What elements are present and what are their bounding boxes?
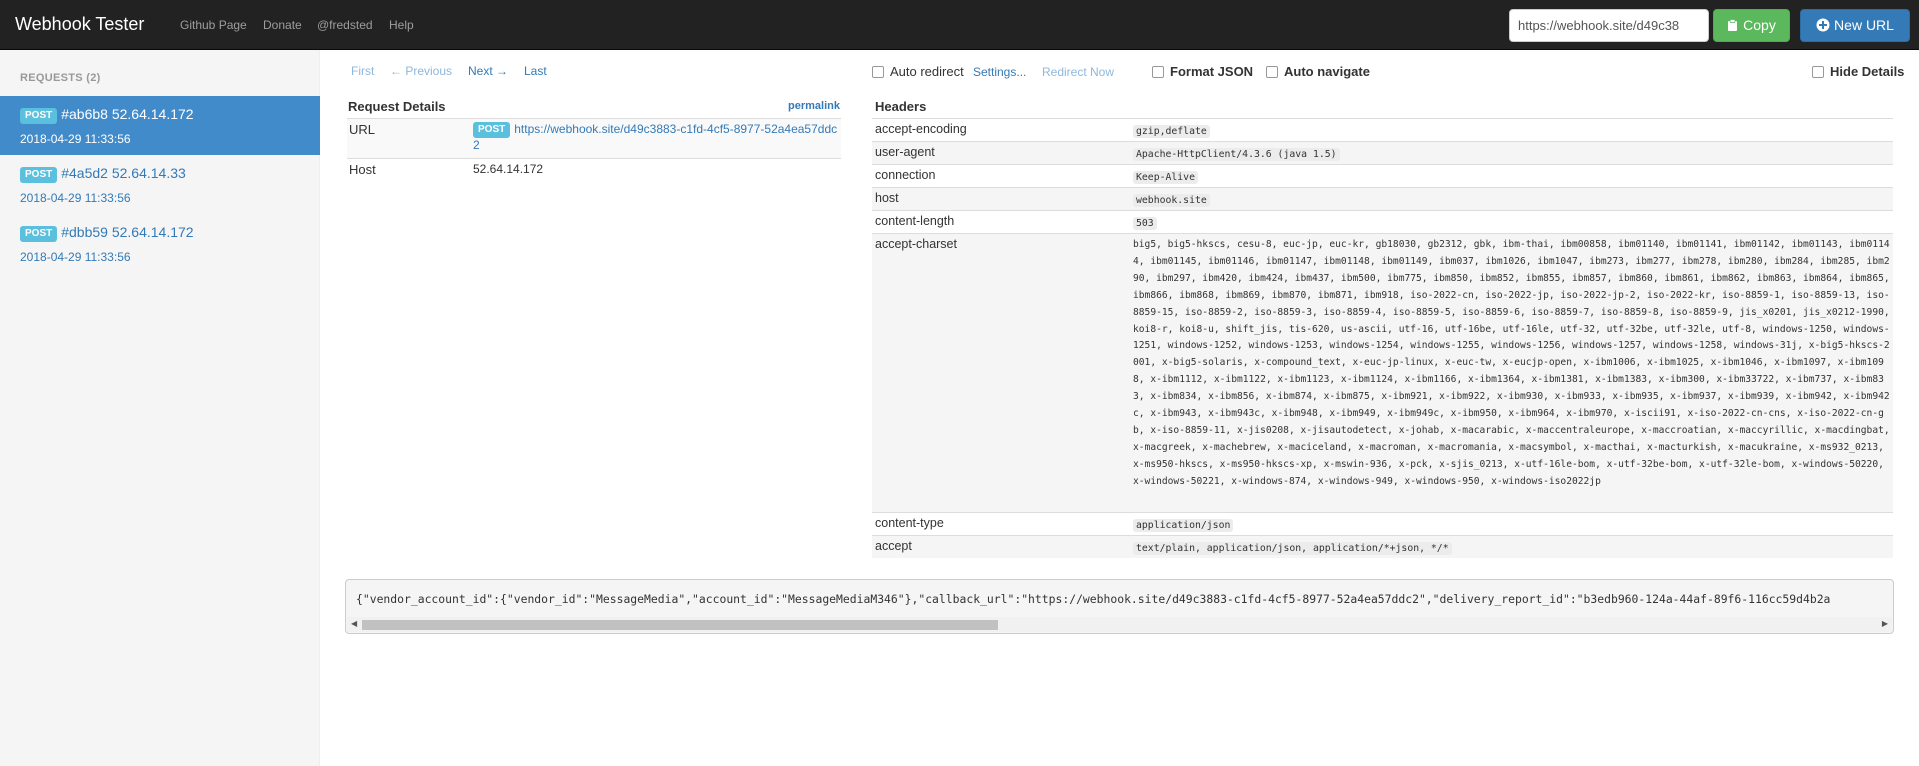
header-value: webhook.site [1133,194,1210,207]
requests-header: REQUESTS (2) [20,72,101,84]
headers-heading: Headers [875,99,927,114]
header-value: Apache-HttpClient/4.3.6 (java 1.5) [1133,148,1340,161]
header-row: host webhook.site [872,187,1893,210]
method-badge: POST [20,108,58,124]
header-row: accept-encoding gzip,deflate [872,118,1893,141]
request-item[interactable]: POST #ab6b8 52.64.14.172 2018-04-29 11:33… [0,96,320,155]
request-title: #4a5d2 52.64.14.33 [61,165,186,181]
request-date: 2018-04-29 11:33:56 [20,132,131,146]
nav-donate[interactable]: Donate [263,18,302,32]
format-json-checkbox[interactable] [1152,66,1164,78]
auto-redirect-control[interactable]: Auto redirect [872,64,964,79]
scroll-right-icon[interactable]: ▶ [1882,619,1888,628]
nav-github-page[interactable]: Github Page [180,18,247,32]
pager-first[interactable]: First [351,64,374,78]
auto-redirect-label: Auto redirect [890,64,964,79]
brand[interactable]: Webhook Tester [15,14,144,35]
requests-sidebar: REQUESTS (2) POST #ab6b8 52.64.14.172 201… [0,50,320,766]
header-key: user-agent [875,145,935,159]
method-badge: POST [20,226,58,242]
headers-table: accept-encoding gzip,deflate user-agent … [872,118,1893,558]
request-date: 2018-04-29 11:33:56 [20,191,131,205]
header-row: connection Keep-Alive [872,164,1893,187]
header-row: accept text/plain, application/json, app… [872,535,1893,558]
settings-link[interactable]: Settings... [973,65,1026,79]
header-key: content-length [875,214,955,228]
horizontal-scrollbar[interactable]: ◀ ▶ [347,617,1892,632]
hide-details-label: Hide Details [1830,64,1905,79]
header-row: content-length 503 [872,210,1893,233]
new-url-label: New URL [1834,17,1894,33]
method-badge: POST [20,167,58,183]
auto-navigate-label: Auto navigate [1284,64,1370,79]
auto-redirect-checkbox[interactable] [872,66,884,78]
request-body[interactable]: {"vendor_account_id":{"vendor_id":"Messa… [345,579,1894,634]
navbar: Webhook Tester Github Page Donate @freds… [0,0,1919,50]
host-row: Host 52.64.14.172 [347,158,841,181]
request-date: 2018-04-29 11:33:56 [20,250,131,264]
header-row: user-agent Apache-HttpClient/4.3.6 (java… [872,141,1893,164]
header-key: connection [875,168,936,182]
header-value: application/json [1133,519,1234,532]
copy-button[interactable]: Copy [1713,9,1790,42]
auto-navigate-control[interactable]: Auto navigate [1266,64,1370,79]
header-key: accept [875,539,912,553]
url-row: URL POST https://webhook.site/d49c3883-c1… [347,118,841,158]
header-value: text/plain, application/json, applicatio… [1133,542,1452,555]
auto-navigate-checkbox[interactable] [1266,66,1278,78]
header-row: accept-charset big5, big5-hkscs, cesu-8,… [872,233,1893,512]
scroll-left-icon[interactable]: ◀ [351,619,357,628]
nav-fredsted[interactable]: @fredsted [317,18,373,32]
request-item[interactable]: POST #4a5d2 52.64.14.33 2018-04-29 11:33:… [0,155,320,214]
request-title: #ab6b8 52.64.14.172 [61,106,194,122]
header-key: host [875,191,899,205]
nav-help[interactable]: Help [389,18,414,32]
header-value: Keep-Alive [1133,171,1198,184]
header-key: accept-encoding [875,122,967,136]
header-value: big5, big5-hkscs, cesu-8, euc-jp, euc-kr… [1133,239,1890,487]
host-key: Host [349,162,376,177]
request-body-text: {"vendor_account_id":{"vendor_id":"Messa… [356,592,1831,606]
redirect-now-link[interactable]: Redirect Now [1042,65,1114,79]
scrollbar-thumb[interactable] [362,620,998,630]
header-row: content-type application/json [872,512,1893,535]
clipboard-icon [1727,12,1739,43]
header-value: 503 [1133,217,1157,230]
permalink-link[interactable]: permalink [788,100,840,112]
hide-details-checkbox[interactable] [1812,66,1824,78]
format-json-label: Format JSON [1170,64,1254,79]
header-key: content-type [875,516,944,530]
request-details-table: URL POST https://webhook.site/d49c3883-c1… [347,118,841,181]
request-title: #dbb59 52.64.14.172 [61,224,194,240]
url-key: URL [349,122,376,137]
method-badge: POST [473,122,511,138]
host-value: 52.64.14.172 [473,162,544,176]
pager-previous[interactable]: ← Previous [390,64,452,78]
request-details-heading: Request Details [348,99,446,114]
header-value: gzip,deflate [1133,125,1210,138]
hide-details-control[interactable]: Hide Details [1812,64,1904,79]
webhook-url-input[interactable]: https://webhook.site/d49c38 [1509,9,1709,42]
plus-circle-icon [1816,12,1830,43]
pager-next[interactable]: Next → [468,64,508,78]
request-url-link[interactable]: https://webhook.site/d49c3883-c1fd-4cf5-… [473,122,837,152]
new-url-button[interactable]: New URL [1800,9,1910,42]
format-json-control[interactable]: Format JSON [1152,64,1253,79]
request-item[interactable]: POST #dbb59 52.64.14.172 2018-04-29 11:33… [0,214,320,273]
pager-last[interactable]: Last [524,64,547,78]
header-key: accept-charset [875,237,957,251]
copy-label: Copy [1743,17,1776,33]
